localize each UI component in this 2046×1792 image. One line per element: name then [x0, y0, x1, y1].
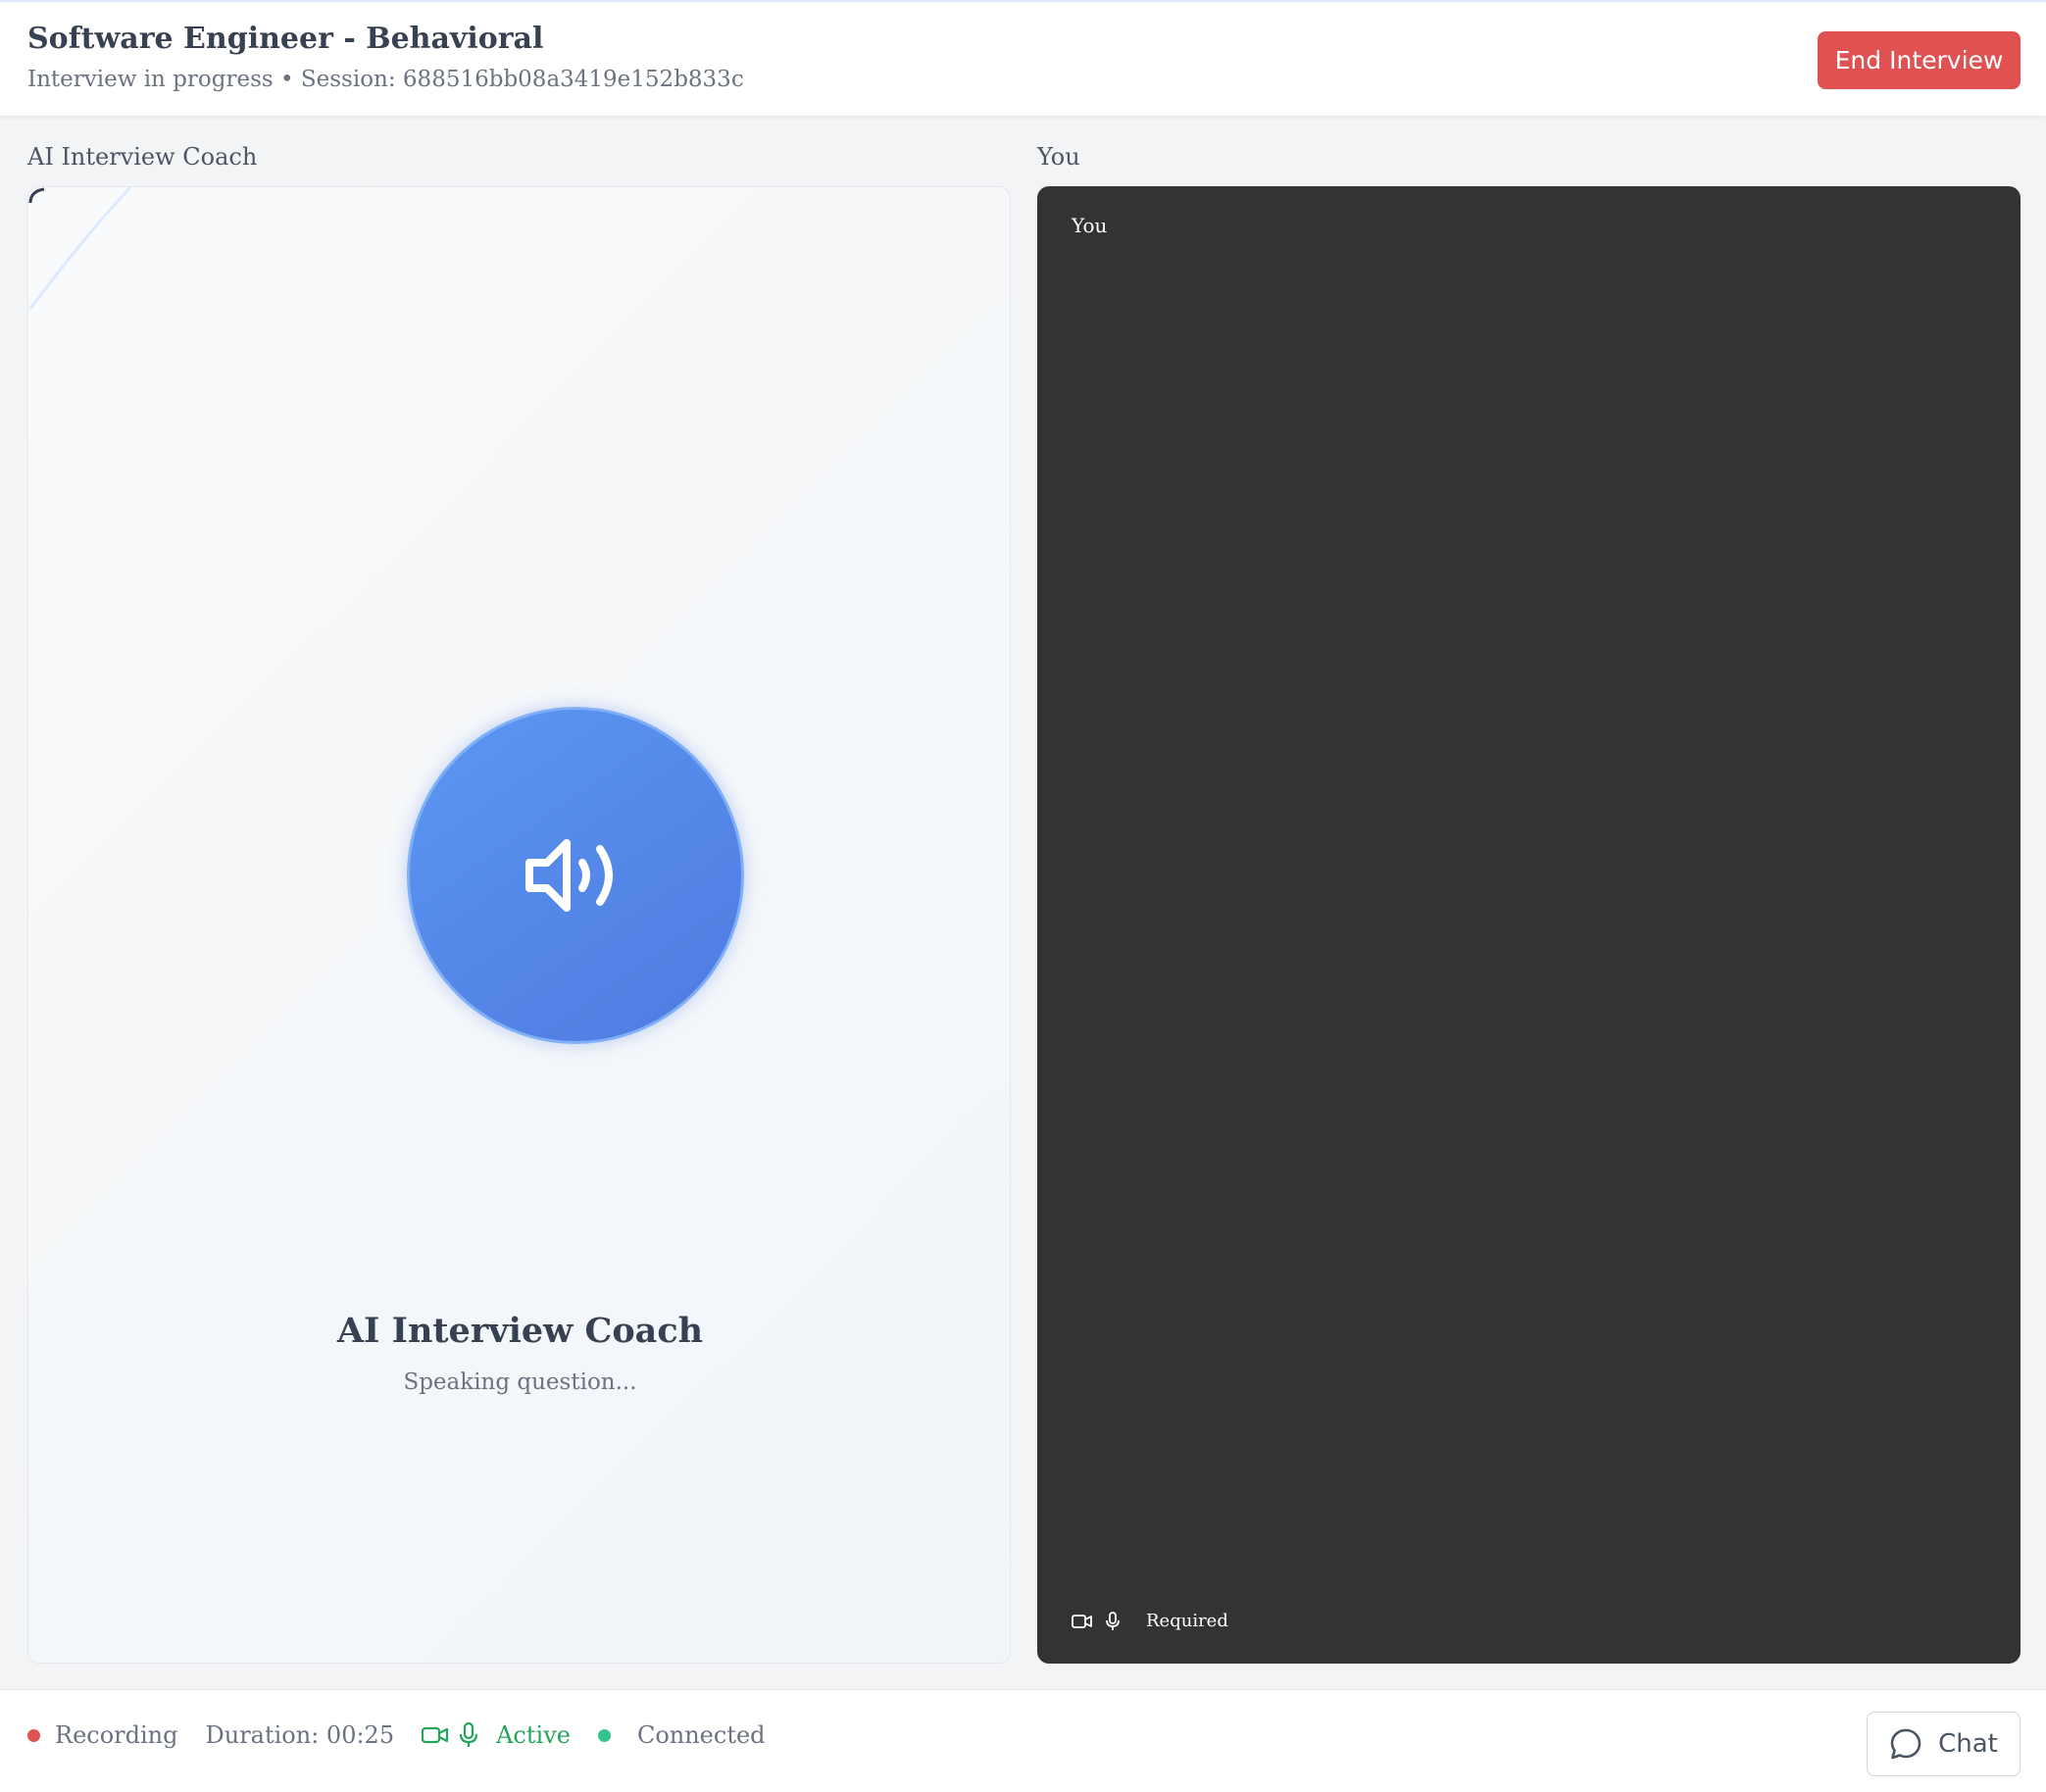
media-active-label: Active	[496, 1721, 571, 1749]
ai-coach-name: AI Interview Coach	[336, 1311, 704, 1351]
ai-speaking-status: Speaking question...	[403, 1369, 637, 1395]
chat-button-label: Chat	[1938, 1729, 1998, 1759]
connection-status: Connected	[597, 1721, 766, 1749]
microphone-icon	[1106, 1611, 1120, 1630]
chat-bubble-icon	[1890, 1728, 1921, 1760]
user-video-tag: You	[1072, 214, 1108, 237]
ai-panel-label: AI Interview Coach	[27, 143, 258, 171]
user-media-controls: Required	[1072, 1611, 1228, 1631]
status-row: Recording Duration: 00:25 Active Connect…	[27, 1721, 766, 1749]
recording-dot-icon	[27, 1728, 40, 1742]
ai-coach-panel: AI Interview Coach Speaking question...	[27, 186, 1011, 1664]
loading-arc-icon	[28, 187, 132, 309]
video-camera-icon	[1072, 1614, 1092, 1628]
camera-active-icon	[422, 1726, 449, 1744]
session-subtitle: Interview in progress • Session: 688516b…	[27, 67, 744, 92]
user-video-panel: You Required	[1037, 186, 2021, 1664]
end-interview-button[interactable]: End Interview	[1818, 31, 2021, 89]
recording-label: Recording	[55, 1721, 178, 1749]
user-panel-label: You	[1037, 143, 1080, 171]
header-bar: Software Engineer - Behavioral Interview…	[0, 0, 2046, 116]
mic-active-icon	[459, 1722, 478, 1747]
ai-avatar	[407, 707, 744, 1044]
media-required-label: Required	[1146, 1611, 1228, 1631]
connected-label: Connected	[636, 1721, 766, 1749]
interview-title: Software Engineer - Behavioral	[27, 22, 544, 56]
connected-dot-icon	[597, 1728, 611, 1742]
footer-status-bar: Recording Duration: 00:25 Active Connect…	[0, 1689, 2046, 1792]
duration-label: Duration: 00:25	[205, 1721, 395, 1749]
speaker-icon	[525, 839, 613, 912]
chat-button[interactable]: Chat	[1867, 1712, 2021, 1776]
media-status: Active	[422, 1721, 571, 1749]
